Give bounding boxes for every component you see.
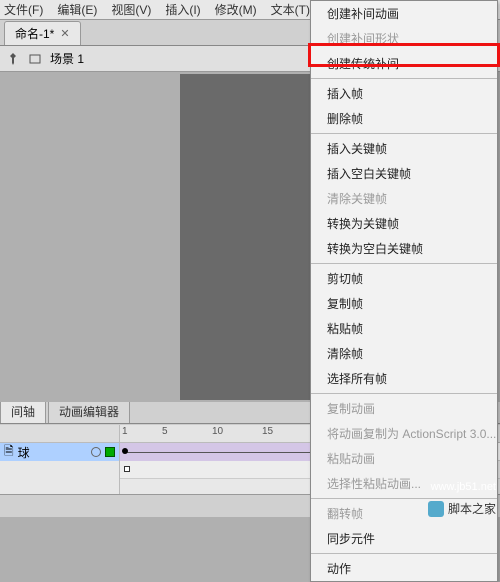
menu-convert-to-keyframes[interactable]: 转换为关键帧 — [311, 211, 497, 236]
menu-convert-to-blank-keyframes[interactable]: 转换为空白关键帧 — [311, 236, 497, 261]
separator — [311, 133, 497, 134]
ruler-tick: 15 — [262, 426, 273, 437]
menu-edit[interactable]: 编辑(E) — [57, 1, 97, 18]
menu-cut-frames[interactable]: 剪切帧 — [311, 266, 497, 291]
menu-insert-blank-keyframe[interactable]: 插入空白关键帧 — [311, 161, 497, 186]
menu-view[interactable]: 视图(V) — [111, 1, 151, 18]
layer-visibility-icon[interactable] — [91, 447, 101, 457]
layer-color-swatch[interactable] — [105, 447, 115, 457]
separator — [311, 78, 497, 79]
document-tab[interactable]: 命名-1* ✕ — [4, 21, 81, 45]
watermark-url: www.jb51.net — [431, 481, 496, 493]
menu-sync-symbols[interactable]: 同步元件 — [311, 526, 497, 551]
separator — [311, 498, 497, 499]
layer-list: 🗎 球 — [0, 425, 120, 494]
menu-create-shape-tween: 创建补间形状 — [311, 26, 497, 51]
empty-keyframe-icon — [124, 466, 130, 472]
menu-create-motion-tween[interactable]: 创建补间动画 — [311, 1, 497, 26]
layer-name[interactable]: 球 — [18, 444, 30, 461]
menu-actions[interactable]: 动作 — [311, 556, 497, 581]
menu-insert-frame[interactable]: 插入帧 — [311, 81, 497, 106]
menu-insert[interactable]: 插入(I) — [165, 1, 200, 18]
document-tab-label: 命名-1* — [15, 25, 54, 42]
menu-create-classic-tween[interactable]: 创建传统补间 — [311, 51, 497, 76]
watermark-site: 脚本之家 — [428, 500, 496, 517]
scene-icon — [28, 52, 42, 66]
stage-canvas[interactable] — [180, 74, 310, 400]
menu-insert-keyframe[interactable]: 插入关键帧 — [311, 136, 497, 161]
layers-header — [0, 425, 119, 443]
ruler-tick: 10 — [212, 426, 223, 437]
separator — [311, 393, 497, 394]
menu-remove-frames[interactable]: 删除帧 — [311, 106, 497, 131]
menu-modify[interactable]: 修改(M) — [215, 1, 257, 18]
ruler-tick: 1 — [122, 426, 128, 437]
menu-copy-frames[interactable]: 复制帧 — [311, 291, 497, 316]
menu-copy-motion: 复制动画 — [311, 396, 497, 421]
pin-icon[interactable] — [6, 52, 20, 66]
menu-text[interactable]: 文本(T) — [271, 1, 310, 18]
layer-icon: 🗎 — [4, 442, 14, 463]
menu-clear-frames[interactable]: 清除帧 — [311, 341, 497, 366]
menu-paste-frames[interactable]: 粘贴帧 — [311, 316, 497, 341]
menu-copy-motion-as3: 将动画复制为 ActionScript 3.0... — [311, 421, 497, 446]
tab-timeline[interactable]: 间轴 — [0, 399, 46, 423]
menu-select-all-frames[interactable]: 选择所有帧 — [311, 366, 497, 391]
scene-label[interactable]: 场景 1 — [50, 50, 84, 67]
close-icon[interactable]: ✕ — [60, 27, 69, 40]
jb-logo-icon — [428, 501, 444, 517]
tab-motion-editor[interactable]: 动画编辑器 — [48, 399, 130, 423]
menu-paste-motion: 粘贴动画 — [311, 446, 497, 471]
separator — [311, 263, 497, 264]
ruler-tick: 5 — [162, 426, 168, 437]
menu-file[interactable]: 文件(F) — [4, 1, 43, 18]
tween-span[interactable] — [120, 443, 320, 461]
context-menu: 创建补间动画 创建补间形状 创建传统补间 插入帧 删除帧 插入关键帧 插入空白关… — [310, 0, 498, 582]
layer-row[interactable]: 🗎 球 — [0, 443, 119, 461]
menu-clear-keyframe: 清除关键帧 — [311, 186, 497, 211]
watermark-text: 脚本之家 — [448, 500, 496, 517]
separator — [311, 553, 497, 554]
keyframe-icon[interactable] — [122, 448, 128, 454]
